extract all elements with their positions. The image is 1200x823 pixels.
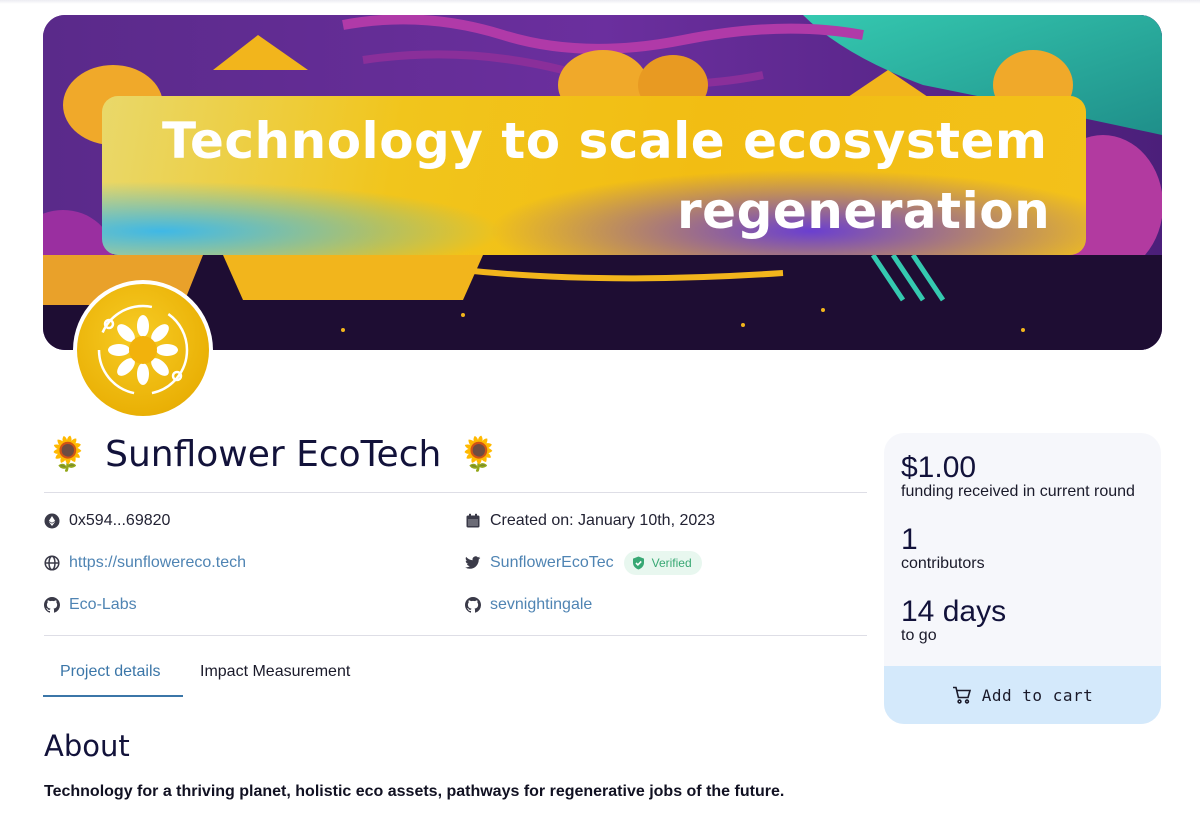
project-title: Sunflower EcoTech [105, 433, 442, 475]
created-date: Created on: January 10th, 2023 [490, 512, 716, 529]
twitter-handle-link[interactable]: SunflowerEcoTec [490, 554, 614, 572]
meta-address: 0x594...69820 [43, 510, 170, 532]
add-to-cart-label: Add to cart [981, 685, 1094, 705]
banner-tagline-line2: regeneration [677, 182, 1051, 240]
about-heading: About [44, 729, 130, 763]
website-link[interactable]: https://sunflowereco.tech [69, 554, 246, 572]
shield-check-icon [632, 556, 644, 570]
contributors-count: 1 [901, 523, 918, 556]
github-icon [43, 597, 60, 614]
verified-label: Verified [651, 556, 692, 570]
tab-impact-measurement[interactable]: Impact Measurement [200, 659, 350, 697]
github-org-link[interactable]: Eco-Labs [69, 596, 137, 614]
project-title-row: 🌻 Sunflower EcoTech 🌻 [47, 429, 499, 479]
about-description: Technology for a thriving planet, holist… [44, 783, 785, 800]
meta-github-org[interactable]: Eco-Labs [43, 594, 137, 616]
meta-website[interactable]: https://sunflowereco.tech [43, 552, 246, 574]
sunflower-emoji-left: 🌻 [47, 434, 89, 473]
banner-tagline-line1: Technology to scale ecosystem [162, 112, 1048, 170]
twitter-icon [464, 555, 481, 572]
funding-label: funding received in current round [901, 483, 1135, 500]
cart-icon [952, 686, 972, 704]
sunflower-emoji-right: 🌻 [458, 434, 500, 473]
days-remaining: 14 days [901, 595, 1007, 628]
project-logo [73, 280, 213, 420]
funding-amount: $1.00 [901, 451, 977, 484]
meta-twitter: SunflowerEcoTec Verified [464, 551, 702, 575]
contributors-label: contributors [901, 555, 985, 572]
github-icon [464, 597, 481, 614]
project-banner: Technology to scale ecosystem regenerati… [43, 15, 1162, 350]
add-to-cart-button[interactable]: Add to cart [884, 666, 1161, 724]
meta-github-user[interactable]: sevnightingale [464, 594, 592, 616]
wallet-address: 0x594...69820 [69, 512, 171, 529]
calendar-icon [464, 513, 481, 530]
verified-badge: Verified [623, 551, 702, 575]
globe-icon [43, 555, 60, 572]
funding-stats-panel: $1.00 funding received in current round … [884, 433, 1161, 724]
github-user-link[interactable]: sevnightingale [490, 596, 592, 614]
tab-project-details[interactable]: Project details [43, 659, 183, 697]
sunflower-logo-icon [97, 304, 189, 396]
top-bar [0, 0, 1200, 14]
meta-created: Created on: January 10th, 2023 [464, 510, 715, 532]
meta-divider-bottom [44, 635, 867, 636]
days-label: to go [901, 627, 937, 644]
meta-divider-top [44, 492, 867, 493]
ethereum-icon [43, 513, 60, 530]
